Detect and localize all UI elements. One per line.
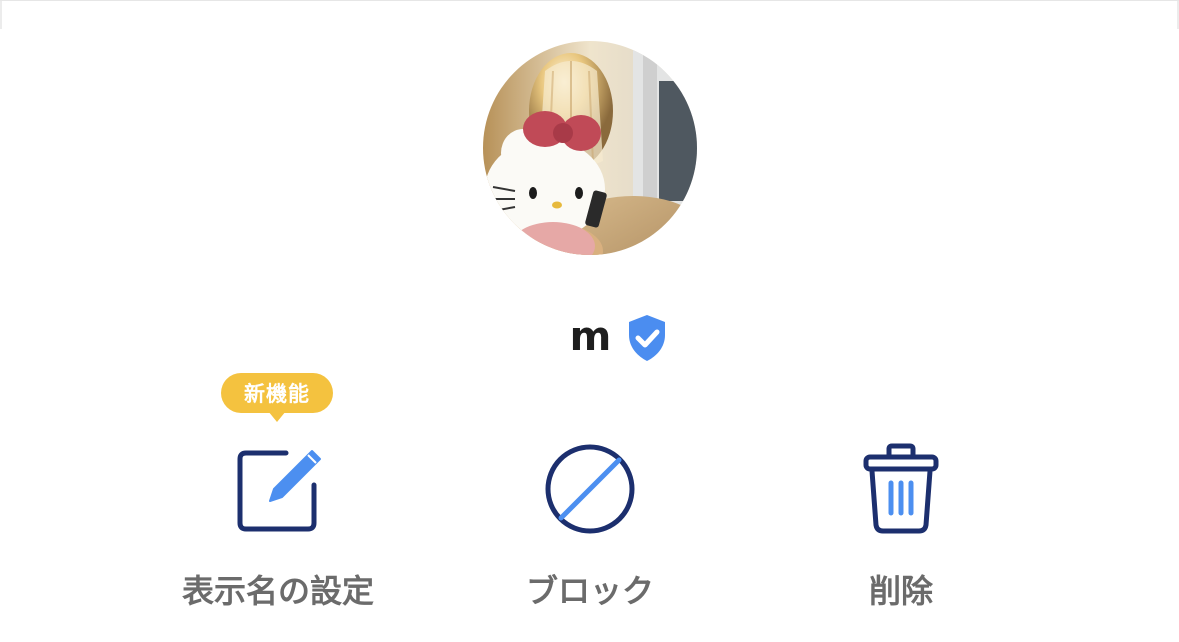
trash-icon (863, 443, 939, 534)
profile-name-row: m (0, 307, 1179, 367)
set-display-name-button[interactable]: 表示名の設定 (148, 439, 408, 619)
trash-icon-container (851, 439, 951, 539)
delete-label: 削除 (868, 572, 933, 610)
block-button[interactable]: ブロック (460, 439, 720, 619)
delete-button[interactable]: 削除 (771, 439, 1031, 619)
new-feature-badge-tail (268, 411, 286, 422)
avatar[interactable] (483, 41, 697, 255)
verified-shield-icon (629, 315, 666, 361)
block-icon (545, 444, 635, 534)
block-icon-container (540, 439, 640, 539)
new-feature-badge: 新機能 (221, 373, 333, 413)
display-name: m (569, 314, 612, 360)
profile-sheet: m 新機能 表示名の設定 ブロック 削除 (0, 0, 1179, 642)
edit-pencil-icon (237, 450, 321, 532)
set-display-name-label: 表示名の設定 (181, 572, 374, 610)
edit-icon-container (228, 439, 328, 539)
block-label: ブロック (525, 572, 654, 610)
avatar-photo (483, 41, 697, 255)
